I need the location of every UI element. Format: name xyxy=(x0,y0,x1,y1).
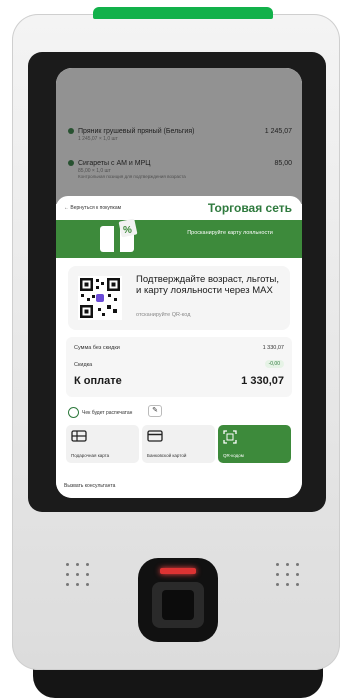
edit-icon[interactable]: ✎ xyxy=(148,405,162,417)
total-row: К оплате 1 330,07 xyxy=(74,375,284,387)
pay-qr-label: QR-кодом xyxy=(223,453,244,458)
status-led-bar xyxy=(93,7,273,19)
max-card-subtitle: отсканируйте QR-код xyxy=(136,312,191,318)
shield-check-icon xyxy=(68,407,79,418)
receipt-note: Чек будет распечатан xyxy=(68,407,132,418)
pay-bank-card-button[interactable]: Банковской картой xyxy=(142,425,215,463)
arrow-left-icon: ← xyxy=(64,205,69,211)
pay-bank-card-label: Банковской картой xyxy=(147,453,187,458)
qr-scan-icon xyxy=(223,430,237,444)
scanner-light xyxy=(160,568,196,574)
total-label: К оплате xyxy=(74,375,122,387)
kiosk-screen: Пряник грушевый пряный (Бельгия) 1 245,0… xyxy=(56,68,302,498)
qr-code-icon xyxy=(78,276,122,320)
max-card: Подтверждайте возраст, льготы, и карту л… xyxy=(68,266,290,330)
speaker-grille-left xyxy=(66,563,90,587)
subtotal-label: Сумма без скидки xyxy=(74,345,120,351)
pay-qr-button[interactable]: QR-кодом xyxy=(218,425,291,463)
discount-row: Скидка -0,00 xyxy=(74,360,284,368)
back-link[interactable]: ← Вернуться к покупкам xyxy=(64,205,121,211)
receipt-label: Чек будет распечатан xyxy=(82,409,133,416)
dim-overlay xyxy=(56,68,302,204)
pay-gift-card-button[interactable]: Подарочная карта xyxy=(66,425,139,463)
subtotal-value: 1 330,07 xyxy=(262,345,284,351)
pay-gift-card-label: Подарочная карта xyxy=(71,453,110,458)
checkout-sheet: ← Вернуться к покупкам Торговая сеть % П… xyxy=(56,196,302,498)
scanner-housing xyxy=(152,582,204,628)
totals-panel: Сумма без скидки 1 330,07 Скидка -0,00 К… xyxy=(66,337,292,397)
svg-text:%: % xyxy=(123,225,132,236)
call-consultant-link[interactable]: Вызвать консультанта xyxy=(64,483,115,489)
loyalty-banner[interactable]: % Просканируйте карту лояльности xyxy=(56,218,302,258)
speaker-grille-right xyxy=(276,563,300,587)
gift-icon: % xyxy=(100,218,138,252)
discount-label: Скидка xyxy=(74,362,93,368)
bank-card-icon xyxy=(147,430,163,442)
payment-methods: Подарочная карта Банковской картой QR-ко… xyxy=(66,425,292,463)
subtotal-row: Сумма без скидки 1 330,07 xyxy=(74,345,284,351)
scanner-window xyxy=(162,590,194,620)
banner-text: Просканируйте карту лояльности xyxy=(187,230,273,236)
discount-badge: -0,00 xyxy=(264,360,284,368)
gift-card-icon xyxy=(71,430,87,442)
barcode-scanner[interactable] xyxy=(138,558,218,642)
brand-title: Торговая сеть xyxy=(207,201,292,215)
max-card-title: Подтверждайте возраст, льготы, и карту л… xyxy=(136,274,279,297)
back-label: Вернуться к покупкам xyxy=(70,205,122,211)
total-value: 1 330,07 xyxy=(241,375,284,387)
